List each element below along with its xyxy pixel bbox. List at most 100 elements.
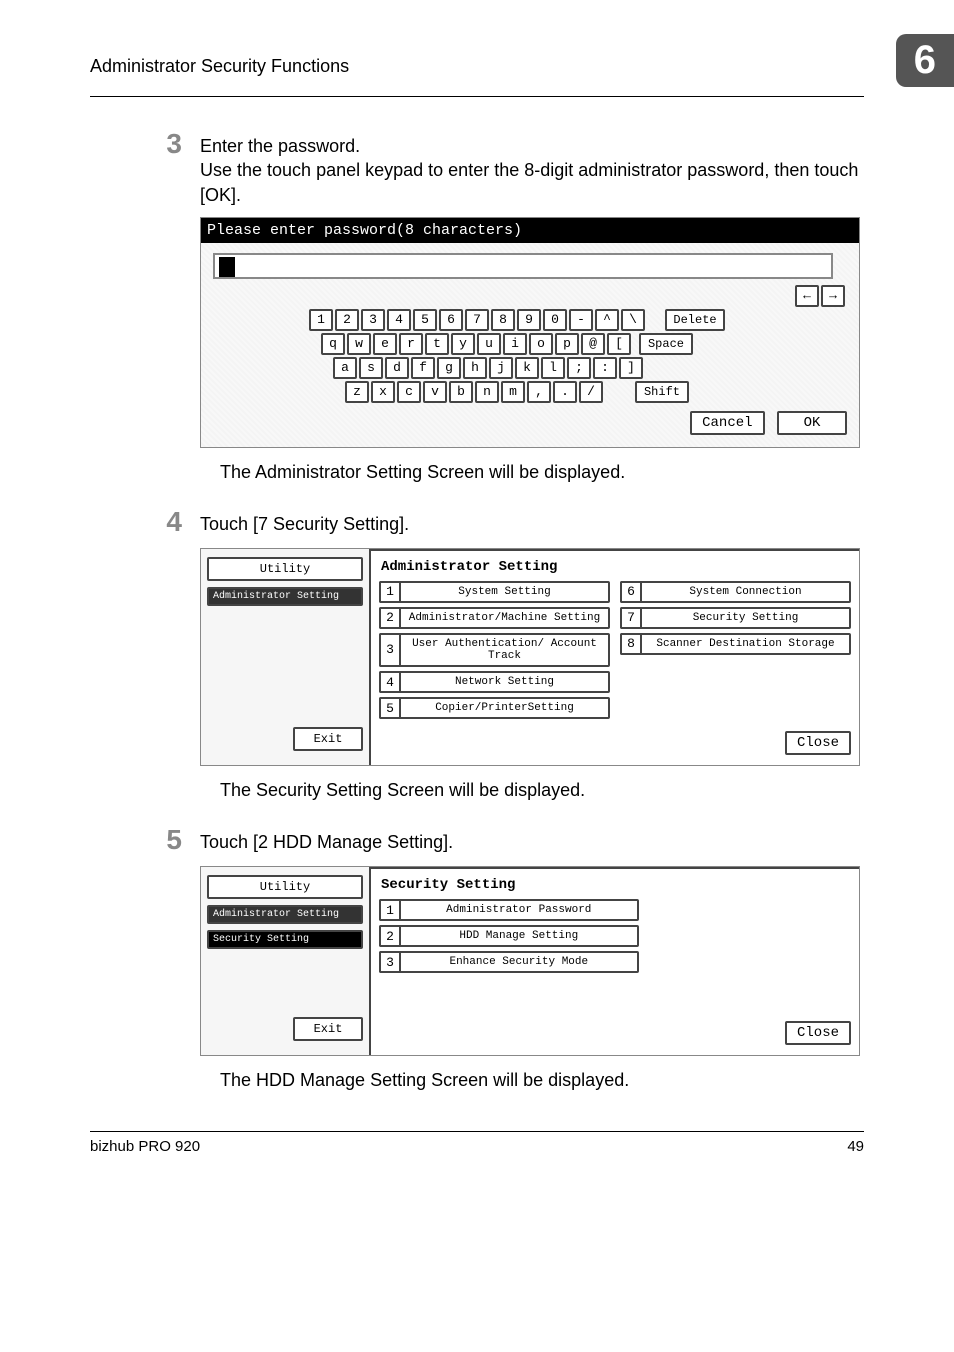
key[interactable]: 8	[491, 309, 515, 331]
key[interactable]: [	[607, 333, 631, 355]
caption: The Administrator Setting Screen will be…	[90, 462, 864, 483]
key[interactable]: q	[321, 333, 345, 355]
key[interactable]: j	[489, 357, 513, 379]
key[interactable]: /	[579, 381, 603, 403]
exit-button[interactable]: Exit	[293, 1017, 363, 1041]
arrow-left-key[interactable]: ←	[795, 285, 819, 307]
step-body: Touch [7 Security Setting].	[200, 507, 864, 538]
option-hdd-manage-setting[interactable]: 2 HDD Manage Setting	[379, 925, 639, 947]
close-button[interactable]: Close	[785, 1021, 851, 1045]
key[interactable]: v	[423, 381, 447, 403]
key[interactable]: 1	[309, 309, 333, 331]
key[interactable]: t	[425, 333, 449, 355]
key[interactable]: 5	[413, 309, 437, 331]
password-title-bar: Please enter password(8 characters)	[201, 218, 859, 243]
key[interactable]: s	[359, 357, 383, 379]
key[interactable]: o	[529, 333, 553, 355]
administrator-setting-tab[interactable]: Administrator Setting	[207, 587, 363, 606]
cancel-button[interactable]: Cancel	[690, 411, 764, 435]
key[interactable]: a	[333, 357, 357, 379]
key[interactable]: l	[541, 357, 565, 379]
security-setting-tab[interactable]: Security Setting	[207, 930, 363, 949]
key[interactable]: z	[345, 381, 369, 403]
option-administrator-password[interactable]: 1 Administrator Password	[379, 899, 639, 921]
key[interactable]: d	[385, 357, 409, 379]
shift-key[interactable]: Shift	[635, 381, 689, 403]
key[interactable]: .	[553, 381, 577, 403]
close-button[interactable]: Close	[785, 731, 851, 755]
key[interactable]: 6	[439, 309, 463, 331]
password-screen-figure: Please enter password(8 characters) ← → …	[200, 217, 860, 448]
key[interactable]: ]	[619, 357, 643, 379]
key[interactable]: 2	[335, 309, 359, 331]
key[interactable]: ,	[527, 381, 551, 403]
key[interactable]: ^	[595, 309, 619, 331]
step-body: Enter the password. Use the touch panel …	[200, 129, 864, 207]
key[interactable]: i	[503, 333, 527, 355]
security-setting-figure: Utility Administrator Setting Security S…	[200, 866, 860, 1056]
option-system-connection[interactable]: 6 System Connection	[620, 581, 851, 603]
option-enhance-security-mode[interactable]: 3 Enhance Security Mode	[379, 951, 639, 973]
key[interactable]: @	[581, 333, 605, 355]
key[interactable]: f	[411, 357, 435, 379]
step-number: 5	[90, 825, 200, 856]
step-3: 3 Enter the password. Use the touch pane…	[90, 129, 864, 207]
key[interactable]: e	[373, 333, 397, 355]
page-header: Administrator Security Functions 6	[90, 40, 864, 97]
utility-tab[interactable]: Utility	[207, 875, 363, 899]
key[interactable]: x	[371, 381, 395, 403]
key[interactable]: \	[621, 309, 645, 331]
step-line: Enter the password.	[200, 134, 864, 158]
key[interactable]: w	[347, 333, 371, 355]
footer-left: bizhub PRO 920	[90, 1138, 200, 1155]
key[interactable]: n	[475, 381, 499, 403]
utility-tab[interactable]: Utility	[207, 557, 363, 581]
caption: The HDD Manage Setting Screen will be di…	[90, 1070, 864, 1091]
key[interactable]: k	[515, 357, 539, 379]
option-security-setting[interactable]: 7 Security Setting	[620, 607, 851, 629]
page-footer: bizhub PRO 920 49	[90, 1131, 864, 1155]
key[interactable]: 0	[543, 309, 567, 331]
key[interactable]: 9	[517, 309, 541, 331]
key[interactable]: 4	[387, 309, 411, 331]
key[interactable]: p	[555, 333, 579, 355]
key[interactable]: u	[477, 333, 501, 355]
key[interactable]: m	[501, 381, 525, 403]
option-admin-machine-setting[interactable]: 2 Administrator/Machine Setting	[379, 607, 610, 629]
password-input-field[interactable]	[213, 253, 833, 279]
key[interactable]: b	[449, 381, 473, 403]
option-copier-printer-setting[interactable]: 5 Copier/PrinterSetting	[379, 697, 610, 719]
key[interactable]: -	[569, 309, 593, 331]
ok-button[interactable]: OK	[777, 411, 847, 435]
key[interactable]: 7	[465, 309, 489, 331]
caption: The Security Setting Screen will be disp…	[90, 780, 864, 801]
step-line: Use the touch panel keypad to enter the …	[200, 158, 864, 207]
key[interactable]: h	[463, 357, 487, 379]
key[interactable]: g	[437, 357, 461, 379]
text-cursor	[219, 257, 235, 277]
option-user-auth-account-track[interactable]: 3 User Authentication/ Account Track	[379, 633, 610, 667]
footer-page-number: 49	[847, 1138, 864, 1155]
delete-key[interactable]: Delete	[665, 309, 725, 331]
option-scanner-destination-storage[interactable]: 8 Scanner Destination Storage	[620, 633, 851, 655]
arrow-right-key[interactable]: →	[821, 285, 845, 307]
key[interactable]: 3	[361, 309, 385, 331]
exit-button[interactable]: Exit	[293, 727, 363, 751]
header-title: Administrator Security Functions	[90, 56, 349, 77]
key[interactable]: :	[593, 357, 617, 379]
chapter-number: 6	[896, 34, 954, 87]
step-number: 4	[90, 507, 200, 538]
step-number: 3	[90, 129, 200, 207]
key[interactable]: y	[451, 333, 475, 355]
step-5: 5 Touch [2 HDD Manage Setting].	[90, 825, 864, 856]
key[interactable]: ;	[567, 357, 591, 379]
option-system-setting[interactable]: 1 System Setting	[379, 581, 610, 603]
admin-setting-figure: Utility Administrator Setting Exit Admin…	[200, 548, 860, 767]
key[interactable]: c	[397, 381, 421, 403]
key[interactable]: r	[399, 333, 423, 355]
administrator-setting-tab[interactable]: Administrator Setting	[207, 905, 363, 924]
option-network-setting[interactable]: 4 Network Setting	[379, 671, 610, 693]
step-4: 4 Touch [7 Security Setting].	[90, 507, 864, 538]
step-body: Touch [2 HDD Manage Setting].	[200, 825, 864, 856]
space-key[interactable]: Space	[639, 333, 693, 355]
